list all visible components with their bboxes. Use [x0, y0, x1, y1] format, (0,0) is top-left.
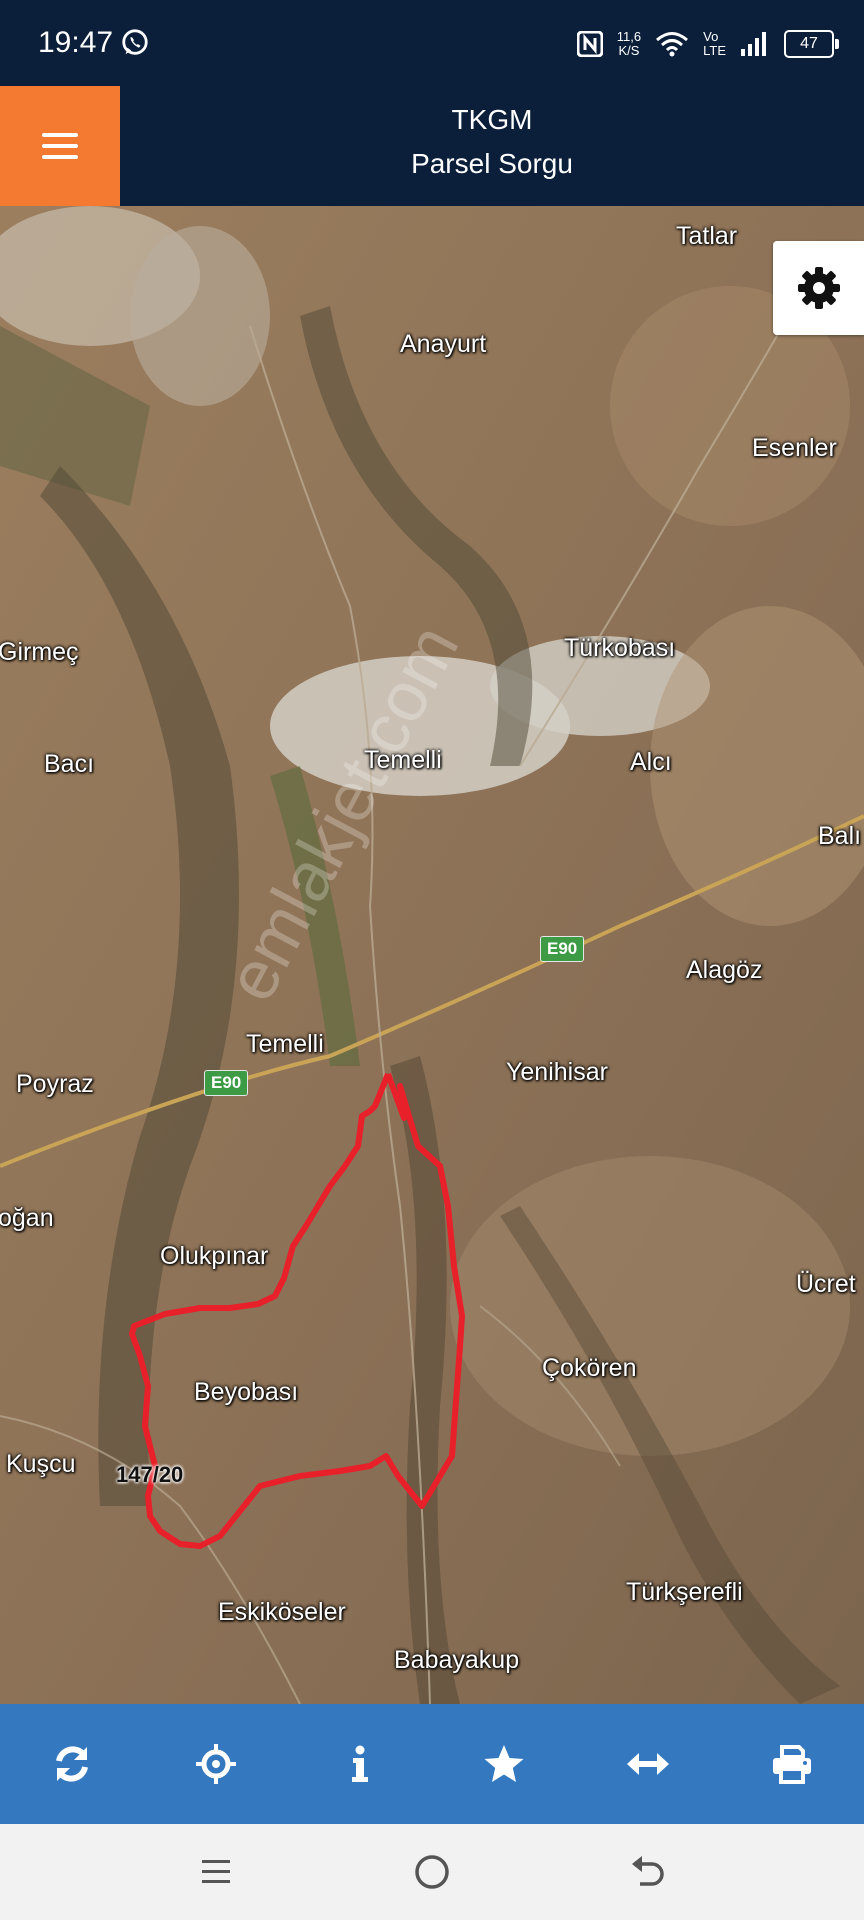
info-button[interactable]	[330, 1734, 390, 1794]
place-label: Tatlar	[676, 222, 738, 250]
hamburger-icon	[42, 133, 78, 159]
volte-top: Vo	[703, 29, 719, 44]
road-badge: E90	[540, 936, 585, 962]
menu-button[interactable]	[0, 86, 120, 206]
place-label: Temelli	[364, 746, 442, 774]
star-icon	[484, 1745, 524, 1782]
map-toolbar	[0, 1704, 864, 1824]
place-label: Türkşerefli	[626, 1578, 743, 1606]
place-label: Girmeç	[0, 638, 79, 666]
app-header: TKGM Parsel Sorgu	[0, 86, 864, 206]
place-label: Eskiköseler	[218, 1598, 346, 1626]
settings-button[interactable]	[773, 241, 864, 335]
whatsapp-icon	[122, 29, 148, 55]
print-icon	[773, 1745, 811, 1784]
signal-icon	[741, 32, 766, 56]
place-label: Beyobası	[194, 1378, 299, 1406]
locate-button[interactable]	[186, 1734, 246, 1794]
road-badge: E90	[204, 1070, 249, 1096]
place-label: Türkobası	[564, 634, 676, 662]
place-label: Babayakup	[394, 1646, 520, 1674]
place-label: oğan	[0, 1204, 54, 1232]
volte-indicator: Vo LTE	[703, 30, 726, 58]
nfc-icon	[576, 31, 603, 57]
parcel-label[interactable]: 147/20	[116, 1462, 183, 1488]
app-title: TKGM	[451, 104, 533, 135]
back-icon	[632, 1856, 664, 1886]
place-label: Bacı	[44, 750, 95, 778]
recent-apps-icon	[202, 1860, 230, 1883]
refresh-icon	[56, 1746, 88, 1782]
print-button[interactable]	[762, 1734, 822, 1794]
place-label: Alcı	[630, 748, 672, 776]
status-time: 19:47	[38, 26, 114, 59]
favorite-button[interactable]	[474, 1734, 534, 1794]
net-speed-value: 11,6	[616, 29, 642, 44]
wifi-icon	[656, 32, 689, 57]
status-icons: 11,6 K/S Vo LTE 47	[576, 22, 839, 66]
place-label: Balı	[818, 822, 862, 850]
satellite-map[interactable]: emlakjet.com Tatlar Anayurt Esenler Girm…	[0, 206, 864, 1704]
home-button[interactable]	[406, 1846, 458, 1898]
status-bar: 19:47 11,6 K/S Vo LTE 47	[0, 0, 864, 86]
back-button[interactable]	[622, 1846, 674, 1898]
info-icon	[352, 1745, 368, 1782]
battery-icon: 47	[784, 30, 839, 58]
gear-icon	[797, 267, 840, 309]
locate-icon	[196, 1744, 236, 1784]
system-nav-bar	[0, 1824, 864, 1920]
measure-icon	[627, 1753, 669, 1775]
place-label: Yenihisar	[506, 1058, 608, 1086]
battery-level: 47	[800, 35, 818, 52]
place-label: Alagöz	[686, 956, 763, 984]
home-icon	[415, 1855, 449, 1889]
place-label: Anayurt	[400, 330, 487, 358]
place-label: Poyraz	[16, 1070, 94, 1098]
recent-apps-button[interactable]	[190, 1846, 242, 1898]
place-label: Ücret	[796, 1270, 856, 1298]
place-label: Çokören	[542, 1354, 637, 1382]
network-speed: 11,6 K/S	[617, 30, 641, 58]
place-label: Esenler	[752, 434, 837, 462]
measure-button[interactable]	[618, 1734, 678, 1794]
refresh-button[interactable]	[42, 1734, 102, 1794]
app-subtitle: Parsel Sorgu	[411, 148, 573, 179]
net-speed-unit: K/S	[618, 43, 640, 58]
place-label: Olukpınar	[160, 1242, 269, 1270]
place-label: Temelli	[246, 1030, 324, 1058]
volte-bottom: LTE	[703, 43, 726, 58]
place-label: Kuşcu	[6, 1450, 76, 1478]
